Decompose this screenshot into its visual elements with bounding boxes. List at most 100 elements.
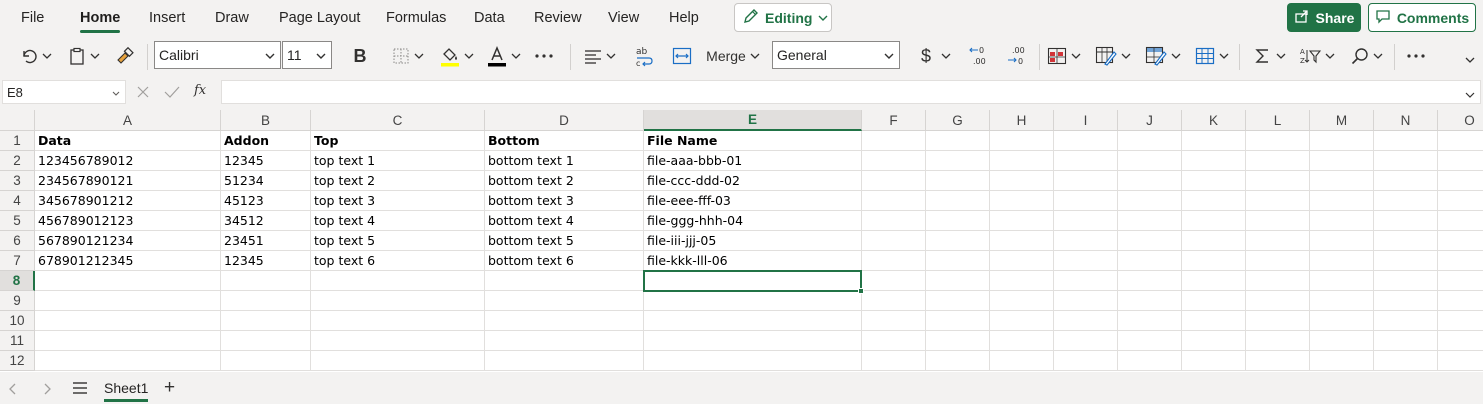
cell-b8[interactable] — [221, 271, 311, 291]
cell-f12[interactable] — [862, 351, 926, 371]
cell-g10[interactable] — [926, 311, 990, 331]
more-font-options-button[interactable] — [530, 36, 558, 76]
cell-k12[interactable] — [1182, 351, 1246, 371]
cell-a8[interactable] — [35, 271, 221, 291]
row-header-7[interactable]: 7 — [0, 251, 35, 271]
menu-tab-review[interactable]: Review — [534, 0, 582, 36]
currency-format-button[interactable]: $ — [916, 36, 956, 76]
merge-button[interactable]: Merge — [668, 36, 764, 76]
cell-m9[interactable] — [1310, 291, 1374, 311]
cell-l7[interactable] — [1246, 251, 1310, 271]
cell-e7[interactable]: file-kkk-lll-06 — [644, 251, 862, 271]
cell-j11[interactable] — [1118, 331, 1182, 351]
cell-j10[interactable] — [1118, 311, 1182, 331]
cell-o8[interactable] — [1438, 271, 1483, 291]
cell-b11[interactable] — [221, 331, 311, 351]
cell-e1[interactable]: File Name — [644, 131, 862, 151]
cell-c2[interactable]: top text 1 — [311, 151, 485, 171]
cell-f7[interactable] — [862, 251, 926, 271]
cell-n8[interactable] — [1374, 271, 1438, 291]
cell-h10[interactable] — [990, 311, 1054, 331]
column-header-f[interactable]: F — [862, 110, 926, 131]
cell-h12[interactable] — [990, 351, 1054, 371]
cell-b5[interactable]: 34512 — [221, 211, 311, 231]
row-header-12[interactable]: 12 — [0, 351, 35, 371]
column-header-k[interactable]: K — [1182, 110, 1246, 131]
cell-a10[interactable] — [35, 311, 221, 331]
cell-d2[interactable]: bottom text 1 — [485, 151, 644, 171]
menu-tab-page-layout[interactable]: Page Layout — [279, 0, 360, 36]
cell-j2[interactable] — [1118, 151, 1182, 171]
cell-e2[interactable]: file-aaa-bbb-01 — [644, 151, 862, 171]
cell-k1[interactable] — [1182, 131, 1246, 151]
cell-c3[interactable]: top text 2 — [311, 171, 485, 191]
cell-l6[interactable] — [1246, 231, 1310, 251]
cancel-icon[interactable] — [136, 85, 150, 102]
cell-h11[interactable] — [990, 331, 1054, 351]
cell-f1[interactable] — [862, 131, 926, 151]
fill-handle[interactable] — [858, 288, 864, 294]
cell-h8[interactable] — [990, 271, 1054, 291]
cell-styles-button[interactable] — [1142, 36, 1184, 76]
cell-j5[interactable] — [1118, 211, 1182, 231]
cell-f11[interactable] — [862, 331, 926, 351]
cell-i8[interactable] — [1054, 271, 1118, 291]
column-header-c[interactable]: C — [311, 110, 485, 131]
cell-b10[interactable] — [221, 311, 311, 331]
cell-b1[interactable]: Addon — [221, 131, 311, 151]
cell-c6[interactable]: top text 5 — [311, 231, 485, 251]
cell-m4[interactable] — [1310, 191, 1374, 211]
cell-i3[interactable] — [1054, 171, 1118, 191]
cell-d11[interactable] — [485, 331, 644, 351]
check-icon[interactable] — [164, 85, 180, 102]
cell-k6[interactable] — [1182, 231, 1246, 251]
cell-g12[interactable] — [926, 351, 990, 371]
cell-e9[interactable] — [644, 291, 862, 311]
cell-n5[interactable] — [1374, 211, 1438, 231]
cell-i5[interactable] — [1054, 211, 1118, 231]
cell-g9[interactable] — [926, 291, 990, 311]
name-box[interactable]: E8 — [2, 80, 126, 104]
cell-k11[interactable] — [1182, 331, 1246, 351]
cell-h4[interactable] — [990, 191, 1054, 211]
row-header-4[interactable]: 4 — [0, 191, 35, 211]
cell-c10[interactable] — [311, 311, 485, 331]
format-as-table-button[interactable] — [1092, 36, 1134, 76]
cell-a12[interactable] — [35, 351, 221, 371]
column-header-j[interactable]: J — [1118, 110, 1182, 131]
column-header-n[interactable]: N — [1374, 110, 1438, 131]
cell-c8[interactable] — [311, 271, 485, 291]
cell-o12[interactable] — [1438, 351, 1483, 371]
autosum-button[interactable] — [1250, 36, 1290, 76]
cell-k9[interactable] — [1182, 291, 1246, 311]
cell-i9[interactable] — [1054, 291, 1118, 311]
fill-color-button[interactable] — [436, 36, 478, 76]
cell-k2[interactable] — [1182, 151, 1246, 171]
format-painter-button[interactable] — [111, 36, 139, 76]
cell-o2[interactable] — [1438, 151, 1483, 171]
menu-tab-file[interactable]: File — [21, 0, 44, 36]
paste-button[interactable] — [64, 36, 104, 76]
cell-e4[interactable]: file-eee-fff-03 — [644, 191, 862, 211]
cell-n2[interactable] — [1374, 151, 1438, 171]
cell-a2[interactable]: 123456789012 — [35, 151, 221, 171]
cell-i11[interactable] — [1054, 331, 1118, 351]
menu-tab-draw[interactable]: Draw — [215, 0, 249, 36]
cell-o10[interactable] — [1438, 311, 1483, 331]
cell-o11[interactable] — [1438, 331, 1483, 351]
cell-l4[interactable] — [1246, 191, 1310, 211]
cell-j7[interactable] — [1118, 251, 1182, 271]
cell-n4[interactable] — [1374, 191, 1438, 211]
cell-b4[interactable]: 45123 — [221, 191, 311, 211]
row-header-11[interactable]: 11 — [0, 331, 35, 351]
column-header-h[interactable]: H — [990, 110, 1054, 131]
cell-m11[interactable] — [1310, 331, 1374, 351]
insert-function-button[interactable]: fx — [194, 83, 206, 98]
select-all-corner[interactable] — [0, 110, 35, 131]
share-button[interactable]: Share — [1287, 3, 1361, 32]
row-header-8[interactable]: 8 — [0, 271, 35, 291]
cell-f8[interactable] — [862, 271, 926, 291]
cell-n7[interactable] — [1374, 251, 1438, 271]
column-header-i[interactable]: I — [1054, 110, 1118, 131]
cell-k4[interactable] — [1182, 191, 1246, 211]
